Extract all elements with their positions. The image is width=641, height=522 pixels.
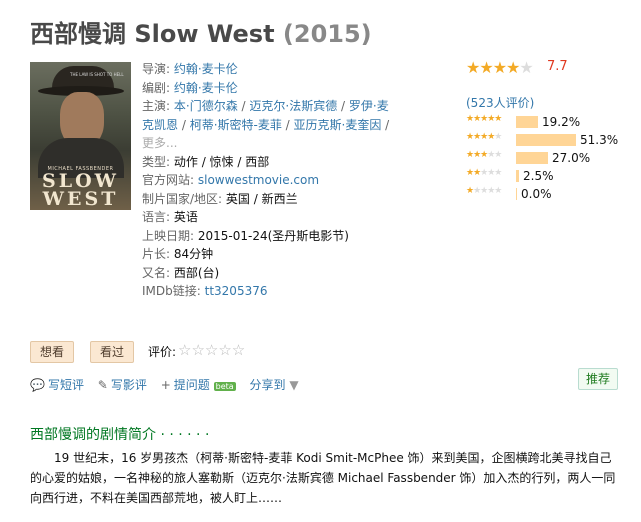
rating-row: ★★★★★ 51.3% xyxy=(466,132,626,150)
release-value: 2015-01-24(圣丹斯电影节) xyxy=(197,228,349,243)
chevron-down-icon: ▼ xyxy=(289,378,299,392)
info-imdb: IMDb链接: tt3205376 xyxy=(142,282,390,301)
writer-label: 编剧: xyxy=(142,80,171,95)
ask-question[interactable]: + 提问题 beta xyxy=(161,378,236,392)
rate-label: 评价: xyxy=(148,345,177,359)
info-cast: 主演: 本·门德尔森 / 迈克尔·法斯宾德 / 罗伊·麦克凯恩 / 柯蒂·斯密特… xyxy=(142,99,390,150)
aka-label: 又名: xyxy=(142,265,171,280)
rating-bar xyxy=(516,116,538,128)
movie-info: 导演: 约翰·麦卡伦 编剧: 约翰·麦卡伦 主演: 本·门德尔森 / 迈克尔·法… xyxy=(142,60,390,301)
language-label: 语言: xyxy=(142,210,171,224)
rating-bar xyxy=(516,188,517,200)
cast-link[interactable]: 柯蒂·斯密特-麦菲 xyxy=(190,118,282,132)
rating-score: 7.7 xyxy=(547,59,568,74)
cast-link[interactable]: 迈克尔·法斯宾德 xyxy=(249,99,337,113)
page-title: 西部慢调 Slow West (2015) xyxy=(30,14,372,49)
aka-value: 西部(台) xyxy=(173,265,220,280)
info-director: 导演: 约翰·麦卡伦 xyxy=(142,60,390,79)
summary-text: 19 世纪末，16 岁男孩杰（柯蒂·斯密特-麦菲 Kodi Smit-McPhe… xyxy=(30,451,616,505)
website-link[interactable]: slowwestmovie.com xyxy=(198,173,319,187)
info-language: 语言: 英语 xyxy=(142,208,390,227)
rating-bar xyxy=(516,152,548,164)
write-short-review[interactable]: 💬 写短评 xyxy=(30,378,84,392)
website-label: 官方网站: xyxy=(142,173,195,187)
genre-value: 动作 / 惊悚 / 西部 xyxy=(173,154,270,169)
rating-row-stars-icon: ★★★★★ xyxy=(466,186,502,196)
rating-row-stars-icon: ★★★★★ xyxy=(466,168,502,178)
write-review[interactable]: ✎ 写影评 xyxy=(98,378,147,392)
rating-percent: 19.2% xyxy=(542,115,581,129)
director-label: 导演: xyxy=(142,62,171,76)
rating-bar xyxy=(516,134,576,146)
info-genre: 类型: 动作 / 惊悚 / 西部 xyxy=(142,153,390,172)
genre-label: 类型: xyxy=(142,154,171,169)
runtime-value: 84分钟 xyxy=(173,247,214,261)
seen-button[interactable]: 看过 xyxy=(90,341,135,363)
release-label: 上映日期: xyxy=(142,228,195,243)
comment-icon: 💬 xyxy=(30,378,45,392)
rate-stars-icon[interactable]: ☆☆☆☆☆ xyxy=(178,341,245,359)
cast-label: 主演: xyxy=(142,99,171,113)
rating-row-stars-icon: ★★★★★ xyxy=(466,114,502,124)
rating-row: ★★★★★ 19.2% xyxy=(466,114,626,132)
cast-link[interactable]: 本·门德尔森 xyxy=(174,99,238,113)
info-website: 官方网站: slowwestmovie.com xyxy=(142,171,390,190)
rating-percent: 51.3% xyxy=(580,133,619,147)
imdb-link[interactable]: tt3205376 xyxy=(205,284,268,298)
summary-heading: 西部慢调的剧情简介 · · · · · · xyxy=(30,427,210,443)
title-en: Slow West xyxy=(134,20,275,48)
share-menu[interactable]: 分享到 ▼ xyxy=(249,378,298,392)
rating-votes-link[interactable]: (523人评价) xyxy=(466,94,534,111)
language-value: 英语 xyxy=(173,210,198,224)
poster-title-line2: WEST xyxy=(42,188,119,210)
movie-poster[interactable]: THE LAW IS SHOT TO HELL MICHAEL FASSBEND… xyxy=(30,62,131,210)
rating-row: ★★★★★ 2.5% xyxy=(466,168,626,186)
rating-percent: 2.5% xyxy=(523,169,554,183)
rating-bar xyxy=(516,170,519,182)
info-writer: 编剧: 约翰·麦卡伦 xyxy=(142,79,390,98)
country-label: 制片国家/地区: xyxy=(142,191,223,206)
info-runtime: 片长: 84分钟 xyxy=(142,245,390,264)
rating-panel: ★★★★★ 7.7 (523人评价) ★★★★★ 19.2% ★★★★★ 51.3% ★… xyxy=(466,58,626,201)
director-link[interactable]: 约翰·麦卡伦 xyxy=(174,62,238,76)
action-bar: 💬 写短评 ✎ 写影评 + 提问题 beta 分享到 ▼ xyxy=(30,376,309,393)
poster-tagline: THE LAW IS SHOT TO HELL xyxy=(70,72,124,77)
runtime-label: 片长: xyxy=(142,247,171,261)
pencil-icon: ✎ xyxy=(97,378,108,392)
want-to-see-button[interactable]: 想看 xyxy=(30,341,75,363)
rating-percent: 27.0% xyxy=(552,151,591,165)
rating-row-stars-icon: ★★★★★ xyxy=(466,150,502,160)
writer-link[interactable]: 约翰·麦卡伦 xyxy=(174,81,238,95)
plus-icon: + xyxy=(160,378,171,392)
title-cn: 西部慢调 xyxy=(30,20,126,48)
imdb-label: IMDb链接: xyxy=(142,284,201,298)
rating-row: ★★★★★ 27.0% xyxy=(466,150,626,168)
rating-distribution: ★★★★★ 19.2% ★★★★★ 51.3% ★★★★★ 27.0% ★★★★★ 2.5% ★… xyxy=(466,114,626,204)
info-country: 制片国家/地区: 英国 / 新西兰 xyxy=(142,190,390,209)
rating-percent: 0.0% xyxy=(521,187,552,201)
country-value: 英国 / 新西兰 xyxy=(225,191,298,206)
cast-link[interactable]: 亚历克斯·麦奎因 xyxy=(294,118,382,132)
cast-more-link[interactable]: 更多... xyxy=(142,136,177,150)
rating-row: ★★★★★ 0.0% xyxy=(466,186,626,204)
rating-row-stars-icon: ★★★★★ xyxy=(466,132,502,142)
title-year: (2015) xyxy=(282,20,372,48)
beta-badge: beta xyxy=(213,382,236,391)
info-aka: 又名: 西部(台) xyxy=(142,264,390,283)
recommend-button[interactable]: 推荐 xyxy=(578,368,619,390)
info-release: 上映日期: 2015-01-24(圣丹斯电影节) xyxy=(142,227,390,246)
rating-stars-icon: ★★★★★ xyxy=(466,58,534,77)
